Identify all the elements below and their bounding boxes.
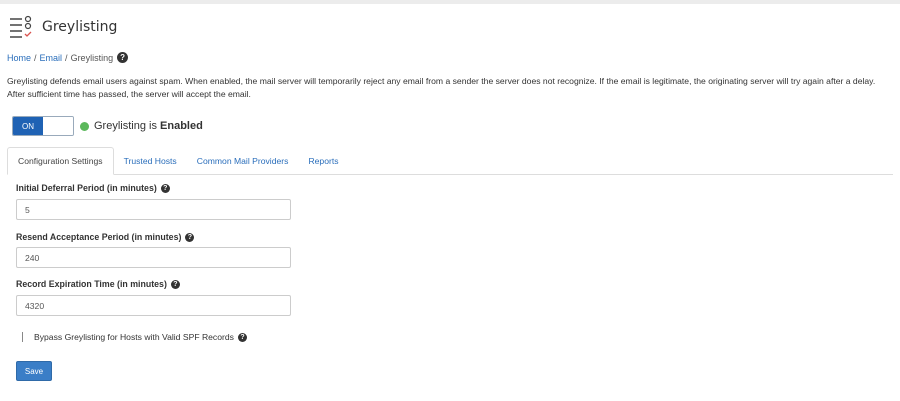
settings-tabs: Configuration Settings Trusted Hosts Com… xyxy=(7,147,893,175)
status-prefix: Greylisting is xyxy=(94,120,157,132)
breadcrumb: Home / Email / Greylisting ? xyxy=(7,52,129,63)
record-expiration-label-text: Record Expiration Time (in minutes) xyxy=(16,279,167,289)
record-expiration-input[interactable] xyxy=(16,295,291,316)
page-title: Greylisting xyxy=(42,19,118,35)
initial-deferral-input[interactable] xyxy=(16,199,291,220)
initial-deferral-label-text: Initial Deferral Period (in minutes) xyxy=(16,183,157,193)
tab-trusted-hosts[interactable]: Trusted Hosts xyxy=(114,147,187,174)
breadcrumb-separator: / xyxy=(65,52,68,63)
tab-reports[interactable]: Reports xyxy=(298,147,348,174)
resend-acceptance-input[interactable] xyxy=(16,247,291,268)
page-header: Greylisting xyxy=(8,14,117,40)
resend-acceptance-label-text: Resend Acceptance Period (in minutes) xyxy=(16,232,182,242)
bypass-spf-checkbox[interactable] xyxy=(22,332,30,342)
help-icon[interactable]: ? xyxy=(237,332,247,342)
top-bar xyxy=(0,0,900,4)
help-icon[interactable]: ? xyxy=(117,52,129,63)
greylisting-toggle[interactable]: ON xyxy=(12,116,74,136)
greylisting-settings-icon xyxy=(10,15,32,38)
greylisting-status: Greylisting is Enabled xyxy=(94,120,203,132)
breadcrumb-home-link[interactable]: Home xyxy=(7,53,31,63)
help-icon[interactable]: ? xyxy=(170,279,180,289)
save-button[interactable]: Save xyxy=(16,361,52,381)
toggle-on-label: ON xyxy=(13,117,43,135)
tab-common-mail-providers[interactable]: Common Mail Providers xyxy=(187,147,299,174)
tab-configuration-settings[interactable]: Configuration Settings xyxy=(7,147,114,175)
resend-acceptance-label: Resend Acceptance Period (in minutes) ? xyxy=(16,232,195,242)
breadcrumb-separator: / xyxy=(34,52,37,63)
page-description: Greylisting defends email users against … xyxy=(7,76,876,99)
status-value: Enabled xyxy=(160,120,203,132)
bypass-spf-row: Bypass Greylisting for Hosts with Valid … xyxy=(22,332,247,342)
greylisting-toggle-row: ON Greylisting is Enabled xyxy=(12,116,203,136)
record-expiration-label: Record Expiration Time (in minutes) ? xyxy=(16,279,180,289)
status-indicator-icon xyxy=(80,121,89,131)
help-icon[interactable]: ? xyxy=(185,232,195,242)
initial-deferral-label: Initial Deferral Period (in minutes) ? xyxy=(16,183,170,193)
breadcrumb-current: Greylisting xyxy=(70,52,114,63)
breadcrumb-email-link[interactable]: Email xyxy=(40,53,63,63)
bypass-spf-label: Bypass Greylisting for Hosts with Valid … xyxy=(34,332,234,342)
toggle-off-area xyxy=(43,117,73,135)
help-icon[interactable]: ? xyxy=(160,183,170,193)
